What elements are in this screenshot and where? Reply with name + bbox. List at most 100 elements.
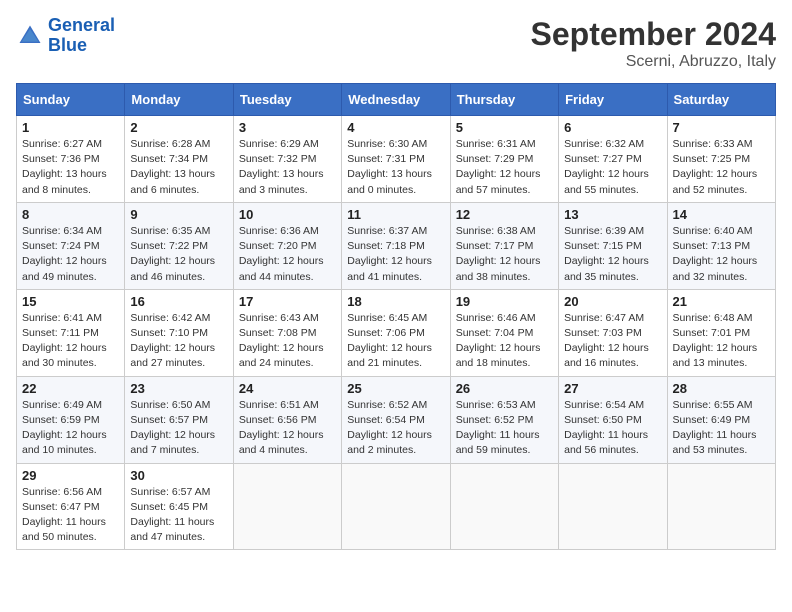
calendar-cell	[450, 463, 558, 550]
day-number: 21	[673, 294, 770, 309]
day-info: Sunrise: 6:32 AMSunset: 7:27 PMDaylight:…	[564, 137, 661, 198]
day-number: 30	[130, 468, 227, 483]
calendar-cell	[667, 463, 775, 550]
month-year: September 2024	[531, 16, 776, 53]
calendar-cell: 1 Sunrise: 6:27 AMSunset: 7:36 PMDayligh…	[17, 116, 125, 203]
day-info: Sunrise: 6:46 AMSunset: 7:04 PMDaylight:…	[456, 311, 553, 372]
calendar-cell: 11 Sunrise: 6:37 AMSunset: 7:18 PMDaylig…	[342, 202, 450, 289]
day-info: Sunrise: 6:54 AMSunset: 6:50 PMDaylight:…	[564, 398, 661, 459]
day-info: Sunrise: 6:29 AMSunset: 7:32 PMDaylight:…	[239, 137, 336, 198]
calendar-cell	[342, 463, 450, 550]
day-number: 9	[130, 207, 227, 222]
calendar-cell: 21 Sunrise: 6:48 AMSunset: 7:01 PMDaylig…	[667, 289, 775, 376]
calendar-table: SundayMondayTuesdayWednesdayThursdayFrid…	[16, 83, 776, 550]
day-info: Sunrise: 6:30 AMSunset: 7:31 PMDaylight:…	[347, 137, 444, 198]
calendar-cell: 23 Sunrise: 6:50 AMSunset: 6:57 PMDaylig…	[125, 376, 233, 463]
calendar-cell: 20 Sunrise: 6:47 AMSunset: 7:03 PMDaylig…	[559, 289, 667, 376]
day-info: Sunrise: 6:47 AMSunset: 7:03 PMDaylight:…	[564, 311, 661, 372]
calendar-cell: 3 Sunrise: 6:29 AMSunset: 7:32 PMDayligh…	[233, 116, 341, 203]
day-number: 23	[130, 381, 227, 396]
day-number: 3	[239, 120, 336, 135]
calendar-cell: 29 Sunrise: 6:56 AMSunset: 6:47 PMDaylig…	[17, 463, 125, 550]
day-info: Sunrise: 6:42 AMSunset: 7:10 PMDaylight:…	[130, 311, 227, 372]
calendar-cell: 9 Sunrise: 6:35 AMSunset: 7:22 PMDayligh…	[125, 202, 233, 289]
day-number: 20	[564, 294, 661, 309]
day-number: 28	[673, 381, 770, 396]
day-info: Sunrise: 6:48 AMSunset: 7:01 PMDaylight:…	[673, 311, 770, 372]
day-number: 8	[22, 207, 119, 222]
day-info: Sunrise: 6:39 AMSunset: 7:15 PMDaylight:…	[564, 224, 661, 285]
day-info: Sunrise: 6:37 AMSunset: 7:18 PMDaylight:…	[347, 224, 444, 285]
calendar-cell: 4 Sunrise: 6:30 AMSunset: 7:31 PMDayligh…	[342, 116, 450, 203]
calendar-cell: 18 Sunrise: 6:45 AMSunset: 7:06 PMDaylig…	[342, 289, 450, 376]
day-number: 18	[347, 294, 444, 309]
logo-blue: Blue	[48, 35, 87, 55]
calendar-cell: 22 Sunrise: 6:49 AMSunset: 6:59 PMDaylig…	[17, 376, 125, 463]
calendar-week-3: 15 Sunrise: 6:41 AMSunset: 7:11 PMDaylig…	[17, 289, 776, 376]
calendar-cell: 15 Sunrise: 6:41 AMSunset: 7:11 PMDaylig…	[17, 289, 125, 376]
calendar-week-5: 29 Sunrise: 6:56 AMSunset: 6:47 PMDaylig…	[17, 463, 776, 550]
weekday-header-friday: Friday	[559, 84, 667, 116]
day-number: 11	[347, 207, 444, 222]
calendar-cell: 25 Sunrise: 6:52 AMSunset: 6:54 PMDaylig…	[342, 376, 450, 463]
day-info: Sunrise: 6:52 AMSunset: 6:54 PMDaylight:…	[347, 398, 444, 459]
day-number: 10	[239, 207, 336, 222]
calendar-cell: 5 Sunrise: 6:31 AMSunset: 7:29 PMDayligh…	[450, 116, 558, 203]
calendar-cell: 26 Sunrise: 6:53 AMSunset: 6:52 PMDaylig…	[450, 376, 558, 463]
calendar-cell: 24 Sunrise: 6:51 AMSunset: 6:56 PMDaylig…	[233, 376, 341, 463]
calendar-cell: 30 Sunrise: 6:57 AMSunset: 6:45 PMDaylig…	[125, 463, 233, 550]
calendar-cell: 14 Sunrise: 6:40 AMSunset: 7:13 PMDaylig…	[667, 202, 775, 289]
day-info: Sunrise: 6:45 AMSunset: 7:06 PMDaylight:…	[347, 311, 444, 372]
calendar-cell: 13 Sunrise: 6:39 AMSunset: 7:15 PMDaylig…	[559, 202, 667, 289]
day-info: Sunrise: 6:38 AMSunset: 7:17 PMDaylight:…	[456, 224, 553, 285]
day-info: Sunrise: 6:31 AMSunset: 7:29 PMDaylight:…	[456, 137, 553, 198]
day-number: 17	[239, 294, 336, 309]
day-info: Sunrise: 6:51 AMSunset: 6:56 PMDaylight:…	[239, 398, 336, 459]
weekday-header-tuesday: Tuesday	[233, 84, 341, 116]
day-number: 29	[22, 468, 119, 483]
calendar-cell: 17 Sunrise: 6:43 AMSunset: 7:08 PMDaylig…	[233, 289, 341, 376]
day-info: Sunrise: 6:57 AMSunset: 6:45 PMDaylight:…	[130, 485, 227, 546]
day-number: 13	[564, 207, 661, 222]
calendar-cell: 10 Sunrise: 6:36 AMSunset: 7:20 PMDaylig…	[233, 202, 341, 289]
day-info: Sunrise: 6:55 AMSunset: 6:49 PMDaylight:…	[673, 398, 770, 459]
day-info: Sunrise: 6:36 AMSunset: 7:20 PMDaylight:…	[239, 224, 336, 285]
day-number: 22	[22, 381, 119, 396]
calendar-cell: 7 Sunrise: 6:33 AMSunset: 7:25 PMDayligh…	[667, 116, 775, 203]
weekday-header-wednesday: Wednesday	[342, 84, 450, 116]
day-number: 26	[456, 381, 553, 396]
calendar-body: 1 Sunrise: 6:27 AMSunset: 7:36 PMDayligh…	[17, 116, 776, 550]
day-number: 27	[564, 381, 661, 396]
day-number: 19	[456, 294, 553, 309]
day-info: Sunrise: 6:40 AMSunset: 7:13 PMDaylight:…	[673, 224, 770, 285]
logo-general: General	[48, 15, 115, 35]
logo: General Blue	[16, 16, 115, 56]
calendar-cell: 19 Sunrise: 6:46 AMSunset: 7:04 PMDaylig…	[450, 289, 558, 376]
day-info: Sunrise: 6:56 AMSunset: 6:47 PMDaylight:…	[22, 485, 119, 546]
weekday-header-sunday: Sunday	[17, 84, 125, 116]
calendar-week-1: 1 Sunrise: 6:27 AMSunset: 7:36 PMDayligh…	[17, 116, 776, 203]
day-info: Sunrise: 6:41 AMSunset: 7:11 PMDaylight:…	[22, 311, 119, 372]
weekday-header-monday: Monday	[125, 84, 233, 116]
calendar-cell: 16 Sunrise: 6:42 AMSunset: 7:10 PMDaylig…	[125, 289, 233, 376]
calendar-week-2: 8 Sunrise: 6:34 AMSunset: 7:24 PMDayligh…	[17, 202, 776, 289]
day-info: Sunrise: 6:35 AMSunset: 7:22 PMDaylight:…	[130, 224, 227, 285]
day-number: 1	[22, 120, 119, 135]
weekday-header-saturday: Saturday	[667, 84, 775, 116]
day-number: 5	[456, 120, 553, 135]
calendar-cell: 12 Sunrise: 6:38 AMSunset: 7:17 PMDaylig…	[450, 202, 558, 289]
day-number: 6	[564, 120, 661, 135]
day-number: 4	[347, 120, 444, 135]
day-info: Sunrise: 6:27 AMSunset: 7:36 PMDaylight:…	[22, 137, 119, 198]
calendar-week-4: 22 Sunrise: 6:49 AMSunset: 6:59 PMDaylig…	[17, 376, 776, 463]
day-info: Sunrise: 6:50 AMSunset: 6:57 PMDaylight:…	[130, 398, 227, 459]
day-number: 25	[347, 381, 444, 396]
day-info: Sunrise: 6:33 AMSunset: 7:25 PMDaylight:…	[673, 137, 770, 198]
day-number: 24	[239, 381, 336, 396]
calendar-cell: 2 Sunrise: 6:28 AMSunset: 7:34 PMDayligh…	[125, 116, 233, 203]
location: Scerni, Abruzzo, Italy	[531, 53, 776, 71]
day-number: 16	[130, 294, 227, 309]
calendar-cell: 8 Sunrise: 6:34 AMSunset: 7:24 PMDayligh…	[17, 202, 125, 289]
day-number: 7	[673, 120, 770, 135]
calendar-cell	[233, 463, 341, 550]
